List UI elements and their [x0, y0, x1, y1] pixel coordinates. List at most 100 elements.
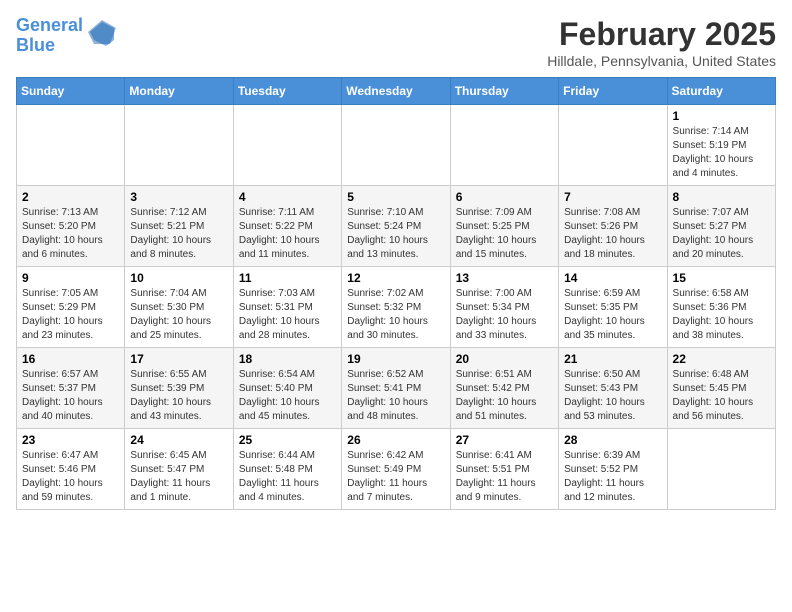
day-info: Sunrise: 7:12 AM Sunset: 5:21 PM Dayligh…	[130, 206, 227, 262]
day-cell: 7 Sunrise: 7:08 AM Sunset: 5:26 PM Daylig…	[559, 186, 667, 267]
day-number: 28	[564, 433, 661, 447]
day-info: Sunrise: 7:03 AM Sunset: 5:31 PM Dayligh…	[239, 287, 336, 343]
logo-line1: General	[16, 15, 83, 35]
day-info: Sunrise: 7:00 AM Sunset: 5:34 PM Dayligh…	[456, 287, 553, 343]
day-number: 14	[564, 271, 661, 285]
day-cell: 1Sunrise: 7:14 AM Sunset: 5:19 PM Daylig…	[667, 105, 775, 186]
day-number: 8	[673, 190, 770, 204]
col-header-sunday: Sunday	[17, 78, 125, 105]
day-info: Sunrise: 6:42 AM Sunset: 5:49 PM Dayligh…	[347, 449, 444, 505]
day-info: Sunrise: 7:08 AM Sunset: 5:26 PM Dayligh…	[564, 206, 661, 262]
col-header-thursday: Thursday	[450, 78, 558, 105]
day-cell	[667, 429, 775, 510]
day-cell	[17, 105, 125, 186]
day-number: 17	[130, 352, 227, 366]
day-number: 19	[347, 352, 444, 366]
day-cell: 12Sunrise: 7:02 AM Sunset: 5:32 PM Dayli…	[342, 267, 450, 348]
day-cell	[342, 105, 450, 186]
day-info: Sunrise: 6:51 AM Sunset: 5:42 PM Dayligh…	[456, 368, 553, 424]
day-info: Sunrise: 7:13 AM Sunset: 5:20 PM Dayligh…	[22, 206, 119, 262]
logo-icon	[86, 18, 118, 50]
day-cell: 20 Sunrise: 6:51 AM Sunset: 5:42 PM Dayli…	[450, 348, 558, 429]
day-number: 20	[456, 352, 553, 366]
week-row-2: 2 Sunrise: 7:13 AM Sunset: 5:20 PM Daylig…	[17, 186, 776, 267]
day-cell: 4 Sunrise: 7:11 AM Sunset: 5:22 PM Daylig…	[233, 186, 341, 267]
day-cell: 26 Sunrise: 6:42 AM Sunset: 5:49 PM Dayli…	[342, 429, 450, 510]
day-number: 22	[673, 352, 770, 366]
day-cell: 11Sunrise: 7:03 AM Sunset: 5:31 PM Dayli…	[233, 267, 341, 348]
day-info: Sunrise: 6:44 AM Sunset: 5:48 PM Dayligh…	[239, 449, 336, 505]
col-header-wednesday: Wednesday	[342, 78, 450, 105]
week-row-5: 23Sunrise: 6:47 AM Sunset: 5:46 PM Dayli…	[17, 429, 776, 510]
day-cell: 21 Sunrise: 6:50 AM Sunset: 5:43 PM Dayli…	[559, 348, 667, 429]
day-cell	[233, 105, 341, 186]
day-cell: 17 Sunrise: 6:55 AM Sunset: 5:39 PM Dayli…	[125, 348, 233, 429]
day-number: 4	[239, 190, 336, 204]
logo: General Blue	[16, 16, 118, 56]
day-number: 2	[22, 190, 119, 204]
col-header-tuesday: Tuesday	[233, 78, 341, 105]
day-number: 6	[456, 190, 553, 204]
day-cell: 8 Sunrise: 7:07 AM Sunset: 5:27 PM Daylig…	[667, 186, 775, 267]
day-cell	[450, 105, 558, 186]
day-cell: 24 Sunrise: 6:45 AM Sunset: 5:47 PM Dayli…	[125, 429, 233, 510]
day-number: 3	[130, 190, 227, 204]
day-info: Sunrise: 6:45 AM Sunset: 5:47 PM Dayligh…	[130, 449, 227, 505]
day-cell: 16 Sunrise: 6:57 AM Sunset: 5:37 PM Dayli…	[17, 348, 125, 429]
day-info: Sunrise: 7:02 AM Sunset: 5:32 PM Dayligh…	[347, 287, 444, 343]
day-cell: 28Sunrise: 6:39 AM Sunset: 5:52 PM Dayli…	[559, 429, 667, 510]
week-row-1: 1Sunrise: 7:14 AM Sunset: 5:19 PM Daylig…	[17, 105, 776, 186]
day-cell: 2 Sunrise: 7:13 AM Sunset: 5:20 PM Daylig…	[17, 186, 125, 267]
day-cell: 15 Sunrise: 6:58 AM Sunset: 5:36 PM Dayli…	[667, 267, 775, 348]
day-cell: 27 Sunrise: 6:41 AM Sunset: 5:51 PM Dayli…	[450, 429, 558, 510]
day-info: Sunrise: 7:04 AM Sunset: 5:30 PM Dayligh…	[130, 287, 227, 343]
day-info: Sunrise: 6:41 AM Sunset: 5:51 PM Dayligh…	[456, 449, 553, 505]
day-info: Sunrise: 7:05 AM Sunset: 5:29 PM Dayligh…	[22, 287, 119, 343]
day-number: 10	[130, 271, 227, 285]
day-number: 16	[22, 352, 119, 366]
title-block: February 2025 Hilldale, Pennsylvania, Un…	[547, 16, 776, 69]
day-number: 25	[239, 433, 336, 447]
day-number: 27	[456, 433, 553, 447]
day-cell: 23Sunrise: 6:47 AM Sunset: 5:46 PM Dayli…	[17, 429, 125, 510]
day-cell: 19 Sunrise: 6:52 AM Sunset: 5:41 PM Dayli…	[342, 348, 450, 429]
week-row-3: 9 Sunrise: 7:05 AM Sunset: 5:29 PM Daylig…	[17, 267, 776, 348]
day-number: 23	[22, 433, 119, 447]
day-cell	[125, 105, 233, 186]
day-info: Sunrise: 6:52 AM Sunset: 5:41 PM Dayligh…	[347, 368, 444, 424]
col-header-monday: Monday	[125, 78, 233, 105]
day-number: 21	[564, 352, 661, 366]
day-info: Sunrise: 6:58 AM Sunset: 5:36 PM Dayligh…	[673, 287, 770, 343]
day-cell: 14Sunrise: 6:59 AM Sunset: 5:35 PM Dayli…	[559, 267, 667, 348]
day-number: 1	[673, 109, 770, 123]
day-number: 26	[347, 433, 444, 447]
day-cell: 13 Sunrise: 7:00 AM Sunset: 5:34 PM Dayli…	[450, 267, 558, 348]
day-info: Sunrise: 6:57 AM Sunset: 5:37 PM Dayligh…	[22, 368, 119, 424]
page-header: General Blue February 2025 Hilldale, Pen…	[16, 16, 776, 69]
day-info: Sunrise: 7:10 AM Sunset: 5:24 PM Dayligh…	[347, 206, 444, 262]
day-cell: 25 Sunrise: 6:44 AM Sunset: 5:48 PM Dayli…	[233, 429, 341, 510]
day-cell	[559, 105, 667, 186]
day-info: Sunrise: 7:09 AM Sunset: 5:25 PM Dayligh…	[456, 206, 553, 262]
month-title: February 2025	[547, 16, 776, 53]
logo-text: General Blue	[16, 16, 83, 56]
calendar: SundayMondayTuesdayWednesdayThursdayFrid…	[16, 77, 776, 510]
day-cell: 18 Sunrise: 6:54 AM Sunset: 5:40 PM Dayli…	[233, 348, 341, 429]
day-info: Sunrise: 6:55 AM Sunset: 5:39 PM Dayligh…	[130, 368, 227, 424]
day-info: Sunrise: 7:11 AM Sunset: 5:22 PM Dayligh…	[239, 206, 336, 262]
col-header-friday: Friday	[559, 78, 667, 105]
day-number: 7	[564, 190, 661, 204]
location: Hilldale, Pennsylvania, United States	[547, 53, 776, 69]
day-number: 15	[673, 271, 770, 285]
day-number: 24	[130, 433, 227, 447]
day-cell: 5Sunrise: 7:10 AM Sunset: 5:24 PM Daylig…	[342, 186, 450, 267]
day-number: 18	[239, 352, 336, 366]
day-cell: 10 Sunrise: 7:04 AM Sunset: 5:30 PM Dayli…	[125, 267, 233, 348]
day-info: Sunrise: 7:07 AM Sunset: 5:27 PM Dayligh…	[673, 206, 770, 262]
day-info: Sunrise: 6:54 AM Sunset: 5:40 PM Dayligh…	[239, 368, 336, 424]
day-info: Sunrise: 6:50 AM Sunset: 5:43 PM Dayligh…	[564, 368, 661, 424]
day-cell: 6 Sunrise: 7:09 AM Sunset: 5:25 PM Daylig…	[450, 186, 558, 267]
day-number: 13	[456, 271, 553, 285]
day-number: 9	[22, 271, 119, 285]
calendar-header-row: SundayMondayTuesdayWednesdayThursdayFrid…	[17, 78, 776, 105]
